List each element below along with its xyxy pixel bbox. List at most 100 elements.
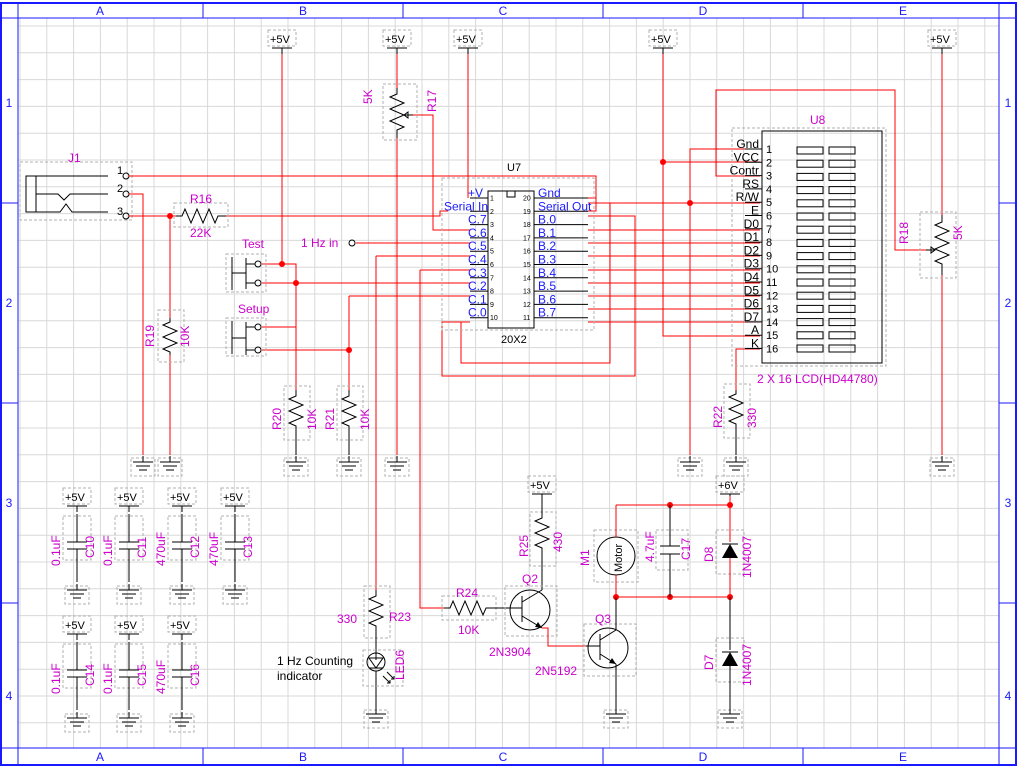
bypass-capacitor: 470uF C13 [207, 514, 255, 582]
bypass-capacitors-row1: 0.1uF C10 0.1uF C11 470uF C12 470uF C13 [49, 514, 255, 582]
u8-pin-number: 4 [766, 184, 772, 196]
ground-symbol [222, 584, 248, 605]
u7-pin-number: 3 [490, 222, 494, 229]
resistor-r23: 330 R23 [337, 585, 411, 650]
col-label: D [699, 4, 708, 18]
cap-ref: C11 [135, 537, 149, 558]
row-label: 1 [6, 96, 13, 110]
r18-value: 5K [951, 225, 965, 240]
q3-ref: Q3 [595, 612, 611, 626]
u7-left-label: C.7 [468, 213, 487, 227]
bypass-capacitor: 0.1uF C15 [101, 642, 149, 710]
resistor-r19: R19 10K [143, 309, 192, 363]
supply-label: +5V [270, 34, 291, 46]
r21-value: 10K [358, 409, 372, 430]
u7-pin-number: 8 [490, 289, 494, 296]
u7-right-label: B.0 [538, 213, 556, 227]
ground-symbol [603, 708, 629, 729]
hz-in-label: 1 Hz in [301, 236, 338, 250]
bypass-capacitor: 0.1uF C11 [101, 514, 149, 582]
row-label: 1 [1005, 96, 1012, 110]
u8-part: 2 X 16 LCD(HD44780) [757, 372, 878, 386]
supply-label: +5V [117, 492, 138, 504]
r21-ref: R21 [323, 408, 337, 430]
row-label: 4 [6, 689, 13, 703]
u7-pin-number: 18 [523, 222, 531, 229]
u8-pin-label: D0 [744, 217, 760, 231]
u8-pin-label: D7 [744, 310, 760, 324]
u8-pin-label: E [751, 204, 759, 218]
u7-pin-number: 5 [490, 249, 494, 256]
m1-ref: M1 [578, 549, 592, 566]
cap-ref: C12 [188, 536, 202, 558]
u7-pin-number: 16 [523, 249, 531, 256]
col-label: D [699, 750, 708, 764]
cap-value: 0.1uF [101, 663, 115, 694]
r22-value: 330 [745, 408, 759, 428]
u7-ref: U7 [507, 162, 521, 174]
supply-label: +5V [117, 620, 138, 632]
supply-label: +5V [223, 492, 244, 504]
d8-part: 1N4007 [740, 536, 754, 578]
u8-ref: U8 [810, 113, 826, 127]
cap-ref: C13 [241, 536, 255, 558]
r16-value: 22K [190, 226, 211, 240]
u7-pin-number: 20 [523, 196, 531, 203]
u7-left-label: C.6 [468, 226, 487, 240]
ground-symbol [363, 708, 389, 729]
r24-ref: R24 [456, 586, 478, 600]
ground-symbol [717, 708, 743, 729]
cap-value: 0.1uF [101, 535, 115, 566]
supply-label: +5V [385, 34, 406, 46]
j1-ref: J1 [68, 151, 81, 165]
u8-pin-label: D3 [744, 257, 760, 271]
cap-value: 0.1uF [49, 663, 63, 694]
u7-left-label: C.3 [468, 266, 487, 280]
r22-ref: R22 [711, 406, 725, 428]
power-supply: +5V [267, 29, 297, 54]
test-switch-label: Test [242, 237, 265, 251]
row-label: 3 [1005, 496, 1012, 510]
cap-value: 470uF [154, 532, 168, 566]
u8-pin-label: D2 [744, 243, 760, 257]
row-label: 2 [6, 296, 13, 310]
u8-pin-number: 14 [766, 317, 778, 329]
power-supply: +5V [927, 29, 957, 54]
col-label: A [96, 750, 104, 764]
ground-symbol [64, 712, 90, 733]
resistor-r24: R24 10K [441, 586, 506, 637]
led-ref: LED6 [393, 650, 407, 680]
r23-value: 330 [337, 612, 357, 626]
supply-label: +5V [530, 480, 551, 492]
ground-symbols [64, 456, 955, 733]
supply-label: +5V [930, 34, 951, 46]
row-label: 3 [6, 496, 13, 510]
u7-pin-number: 4 [490, 235, 494, 242]
power-supply: +5V [382, 29, 412, 54]
power-supply: +5V [62, 615, 92, 640]
supply-label: +5V [456, 34, 477, 46]
d7-part: 1N4007 [740, 644, 754, 686]
u7-right-label: B.2 [538, 239, 556, 253]
u7-pin-number: 6 [490, 262, 494, 269]
u7-left-label: +V [468, 186, 483, 200]
bypass-capacitors-row2: 0.1uF C14 0.1uF C15 470uF C16 [49, 642, 202, 710]
cap-value: 470uF [207, 532, 221, 566]
u7-pin-number: 14 [523, 275, 531, 282]
resistor-r21: R21 10K [323, 385, 372, 455]
ground-symbol [157, 456, 183, 477]
d7-ref: D7 [702, 654, 716, 670]
u8-pin-label: D6 [744, 297, 760, 311]
u7-pin-number: 1 [490, 196, 494, 203]
u8-pin-number: 15 [766, 330, 778, 342]
j1-pin: 1 [117, 165, 123, 177]
u7-pin-number: 7 [490, 275, 494, 282]
ground-symbol [723, 456, 749, 477]
power-supply: +5V [114, 615, 144, 640]
u8-pin-label: D5 [744, 283, 760, 297]
u8-pin-number: 10 [766, 264, 778, 276]
u7-pins: 1 20 +V Gnd 2 19 Serial In Serial Out 3 18 C.7 B.0 4… [444, 186, 592, 322]
r18-ref: R18 [897, 222, 911, 244]
power-supply: +5V [648, 29, 678, 54]
r20-ref: R20 [270, 408, 284, 430]
